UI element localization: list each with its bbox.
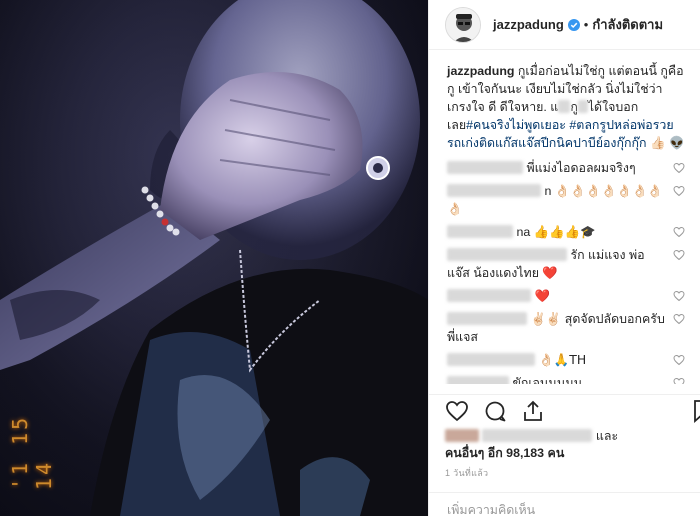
avatar-icon xyxy=(446,7,480,42)
likes-count[interactable]: 98,183 xyxy=(506,446,544,460)
post-photo[interactable]: '1 15 14 xyxy=(0,0,428,516)
redacted-liker-avatar xyxy=(445,429,479,442)
redacted-text xyxy=(577,100,588,113)
redacted-username[interactable] xyxy=(447,312,527,325)
header-username-link[interactable]: jazzpadung xyxy=(493,17,564,32)
redacted-text xyxy=(558,100,571,113)
comment-row: n 👌🏻👌🏻👌🏻👌🏻👌🏻👌🏻👌🏻👌🏻 xyxy=(447,182,685,218)
comment-row: พี่แม่งไอดอลผมจริงๆ xyxy=(447,159,685,177)
post-caption: jazzpadung กูเมื่อก่อนไม่ใช่กู แต่ตอนนี้… xyxy=(447,62,685,152)
likes-unit: คน xyxy=(547,446,565,460)
redacted-username[interactable] xyxy=(447,248,567,261)
redacted-username[interactable] xyxy=(447,184,541,197)
header-separator: • xyxy=(583,17,589,32)
caption-text-2: กู xyxy=(570,100,578,114)
comment-row: ❤️ xyxy=(447,287,685,305)
like-comment-heart-icon[interactable] xyxy=(673,290,685,302)
like-comment-heart-icon[interactable] xyxy=(673,226,685,238)
like-comment-heart-icon[interactable] xyxy=(673,249,685,261)
like-heart-icon[interactable] xyxy=(445,399,469,423)
caption-emoji: 👍🏻 👽 xyxy=(649,135,685,150)
add-comment-input[interactable]: เพิ่มความคิดเห็น xyxy=(429,492,700,516)
photo-illustration xyxy=(0,0,428,516)
like-comment-heart-icon[interactable] xyxy=(673,185,685,197)
redacted-username[interactable] xyxy=(447,225,513,238)
action-bar xyxy=(429,394,700,423)
redacted-username[interactable] xyxy=(447,376,509,384)
likes-prefix: และ xyxy=(595,429,619,443)
comment-emoji: ❤️ xyxy=(542,265,558,280)
following-button[interactable]: กำลังติดตาม xyxy=(592,14,663,35)
save-bookmark-icon[interactable] xyxy=(691,399,700,423)
redacted-liker-name xyxy=(482,429,593,442)
redacted-username[interactable] xyxy=(447,161,523,174)
comment-text: na xyxy=(516,225,531,239)
comment-emoji: 👌🏻🙏TH xyxy=(538,352,587,367)
comment-text: พี่แม่งไอดอลผมจริงๆ xyxy=(526,161,636,175)
avatar[interactable] xyxy=(445,6,481,43)
comments-list[interactable]: jazzpadung กูเมื่อก่อนไม่ใช่กู แต่ตอนนี้… xyxy=(429,62,700,384)
comment-row: ✌🏻✌🏻 สุดจัดปลัดบอกครับพี่แจส xyxy=(447,310,685,346)
likes-summary[interactable]: และ คนอื่นๆ อีก 98,183 คน xyxy=(445,428,685,462)
comment-text: ขักเจนนนนน xyxy=(512,376,583,384)
share-upload-icon[interactable] xyxy=(521,399,545,423)
comment-emoji: ✌🏻✌🏻 xyxy=(530,311,562,326)
comment-emoji: ❤️ xyxy=(534,288,550,303)
comment-row: ขักเจนนนนน xyxy=(447,374,685,384)
likes-others-label[interactable]: คนอื่นๆ อีก xyxy=(445,446,503,460)
redacted-username[interactable] xyxy=(447,289,531,302)
photo-timestamp-overlay: '1 15 14 xyxy=(8,414,56,490)
caption-hashtag-1[interactable]: #คนจริงไม่พูดเยอะ xyxy=(466,118,566,132)
verified-badge-icon xyxy=(567,18,580,31)
post-time-ago[interactable]: 1 วันที่แล้ว xyxy=(445,466,488,480)
comment-bubble-icon[interactable] xyxy=(483,399,507,423)
post-side-panel: jazzpadung • กำลังติดตาม jazzpadung กูเม… xyxy=(428,0,700,516)
comment-row: รัก แม่แจง พ่อแจ๊ส น้องแดงไทย ❤️ xyxy=(447,246,685,282)
post-header: jazzpadung • กำลังติดตาม xyxy=(429,0,700,50)
comment-row: na 👍👍👍🎓 xyxy=(447,223,685,241)
like-comment-heart-icon[interactable] xyxy=(673,313,685,325)
caption-username[interactable]: jazzpadung xyxy=(447,64,514,78)
redacted-username[interactable] xyxy=(447,353,535,366)
like-comment-heart-icon[interactable] xyxy=(673,377,685,384)
comment-row: 👌🏻🙏TH xyxy=(447,351,685,369)
like-comment-heart-icon[interactable] xyxy=(673,162,685,174)
like-comment-heart-icon[interactable] xyxy=(673,354,685,366)
comment-emoji: 👍👍👍🎓 xyxy=(533,224,596,239)
comment-text: n xyxy=(544,184,552,198)
